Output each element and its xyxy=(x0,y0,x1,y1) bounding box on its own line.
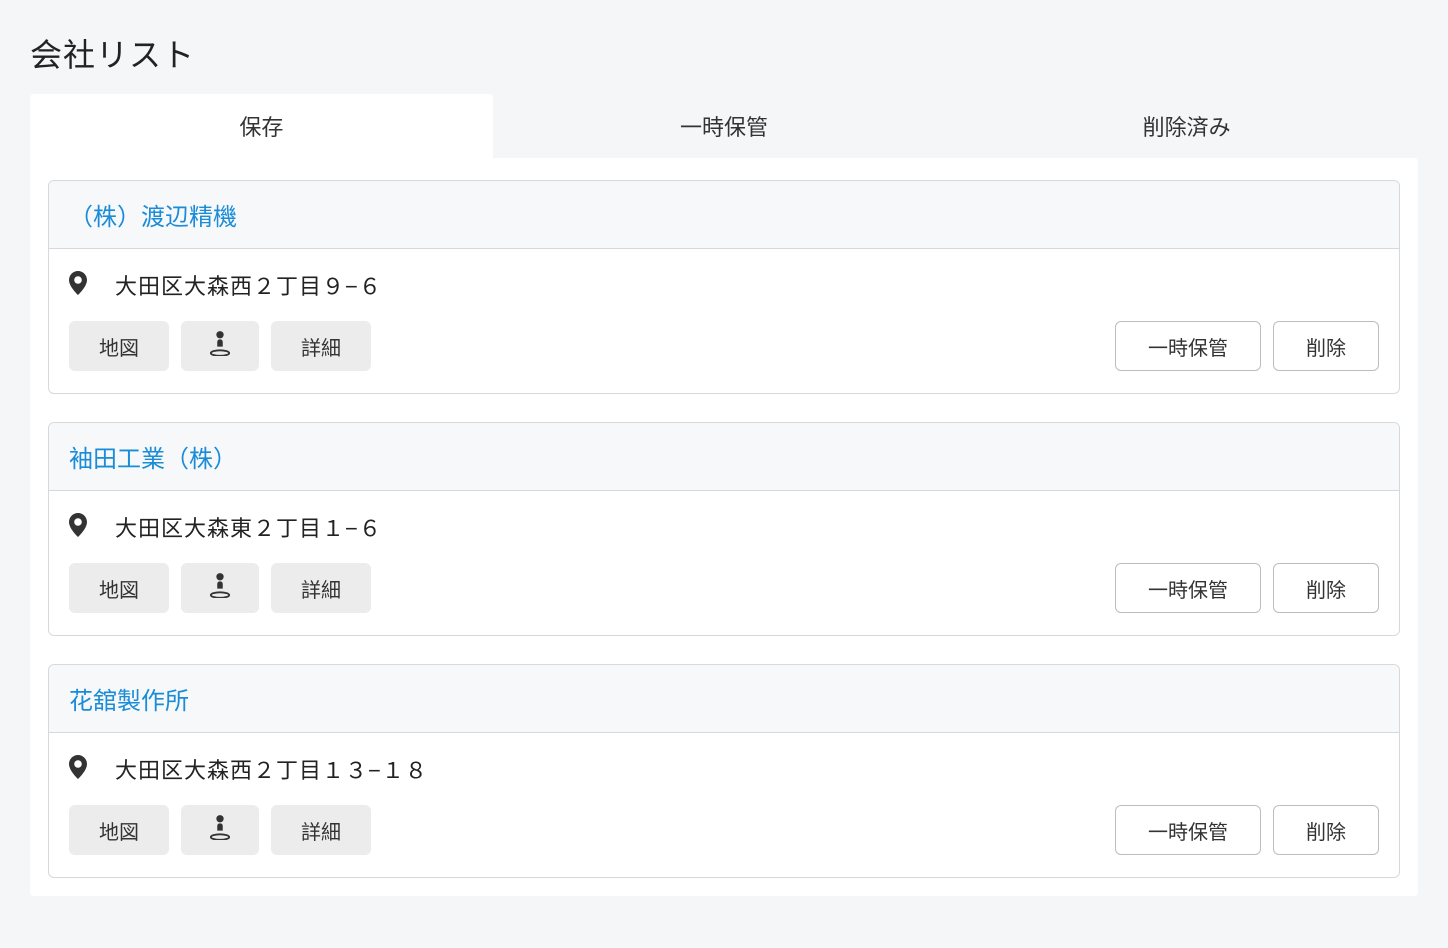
map-pin-icon xyxy=(69,271,87,300)
archive-button[interactable]: 一時保管 xyxy=(1115,805,1261,855)
detail-button[interactable]: 詳細 xyxy=(271,321,371,371)
streetview-button[interactable] xyxy=(181,321,259,371)
archive-button[interactable]: 一時保管 xyxy=(1115,563,1261,613)
address-row: 大田区大森西２丁目９−６ xyxy=(69,269,1379,301)
company-card-body: 大田区大森西２丁目９−６ 地図 詳細 xyxy=(49,249,1399,393)
company-card-header: 袖田工業（株） xyxy=(49,423,1399,491)
tab-deleted[interactable]: 削除済み xyxy=(955,94,1418,158)
card-actions: 地図 詳細 一時保管 削除 xyxy=(69,321,1379,371)
map-pin-icon xyxy=(69,513,87,542)
address-row: 大田区大森東２丁目１−６ xyxy=(69,511,1379,543)
card-actions: 地図 詳細 一時保管 削除 xyxy=(69,805,1379,855)
company-card-header: 花舘製作所 xyxy=(49,665,1399,733)
card-actions-left: 地図 詳細 xyxy=(69,805,371,855)
archive-button[interactable]: 一時保管 xyxy=(1115,321,1261,371)
company-card-body: 大田区大森東２丁目１−６ 地図 詳細 xyxy=(49,491,1399,635)
tab-bar: 保存 一時保管 削除済み xyxy=(30,94,1418,158)
delete-button[interactable]: 削除 xyxy=(1273,563,1379,613)
delete-button[interactable]: 削除 xyxy=(1273,805,1379,855)
streetview-button[interactable] xyxy=(181,563,259,613)
address-row: 大田区大森西２丁目１３−１８ xyxy=(69,753,1379,785)
card-actions-left: 地図 詳細 xyxy=(69,563,371,613)
company-address: 大田区大森西２丁目１３−１８ xyxy=(115,753,428,785)
map-button[interactable]: 地図 xyxy=(69,321,169,371)
map-button[interactable]: 地図 xyxy=(69,805,169,855)
company-address: 大田区大森西２丁目９−６ xyxy=(115,269,382,301)
map-button[interactable]: 地図 xyxy=(69,563,169,613)
streetview-button[interactable] xyxy=(181,805,259,855)
tab-archived[interactable]: 一時保管 xyxy=(493,94,956,158)
card-actions: 地図 詳細 一時保管 削除 xyxy=(69,563,1379,613)
company-card-header: （株）渡辺精機 xyxy=(49,181,1399,249)
company-name-link[interactable]: 袖田工業（株） xyxy=(69,446,237,473)
streetview-icon xyxy=(209,330,231,362)
card-actions-left: 地図 詳細 xyxy=(69,321,371,371)
map-pin-icon xyxy=(69,755,87,784)
company-card: 袖田工業（株） 大田区大森東２丁目１−６ 地図 xyxy=(48,422,1400,636)
company-card-body: 大田区大森西２丁目１３−１８ 地図 詳細 xyxy=(49,733,1399,877)
tab-content: （株）渡辺精機 大田区大森西２丁目９−６ 地図 xyxy=(30,158,1418,896)
company-card: 花舘製作所 大田区大森西２丁目１３−１８ 地図 xyxy=(48,664,1400,878)
company-name-link[interactable]: （株）渡辺精機 xyxy=(69,204,237,231)
company-address: 大田区大森東２丁目１−６ xyxy=(115,511,382,543)
page-title: 会社リスト xyxy=(30,30,1418,76)
detail-button[interactable]: 詳細 xyxy=(271,563,371,613)
delete-button[interactable]: 削除 xyxy=(1273,321,1379,371)
detail-button[interactable]: 詳細 xyxy=(271,805,371,855)
streetview-icon xyxy=(209,572,231,604)
company-name-link[interactable]: 花舘製作所 xyxy=(69,688,189,715)
card-actions-right: 一時保管 削除 xyxy=(1115,321,1379,371)
card-actions-right: 一時保管 削除 xyxy=(1115,805,1379,855)
card-actions-right: 一時保管 削除 xyxy=(1115,563,1379,613)
tab-saved[interactable]: 保存 xyxy=(30,94,493,158)
streetview-icon xyxy=(209,814,231,846)
company-card: （株）渡辺精機 大田区大森西２丁目９−６ 地図 xyxy=(48,180,1400,394)
